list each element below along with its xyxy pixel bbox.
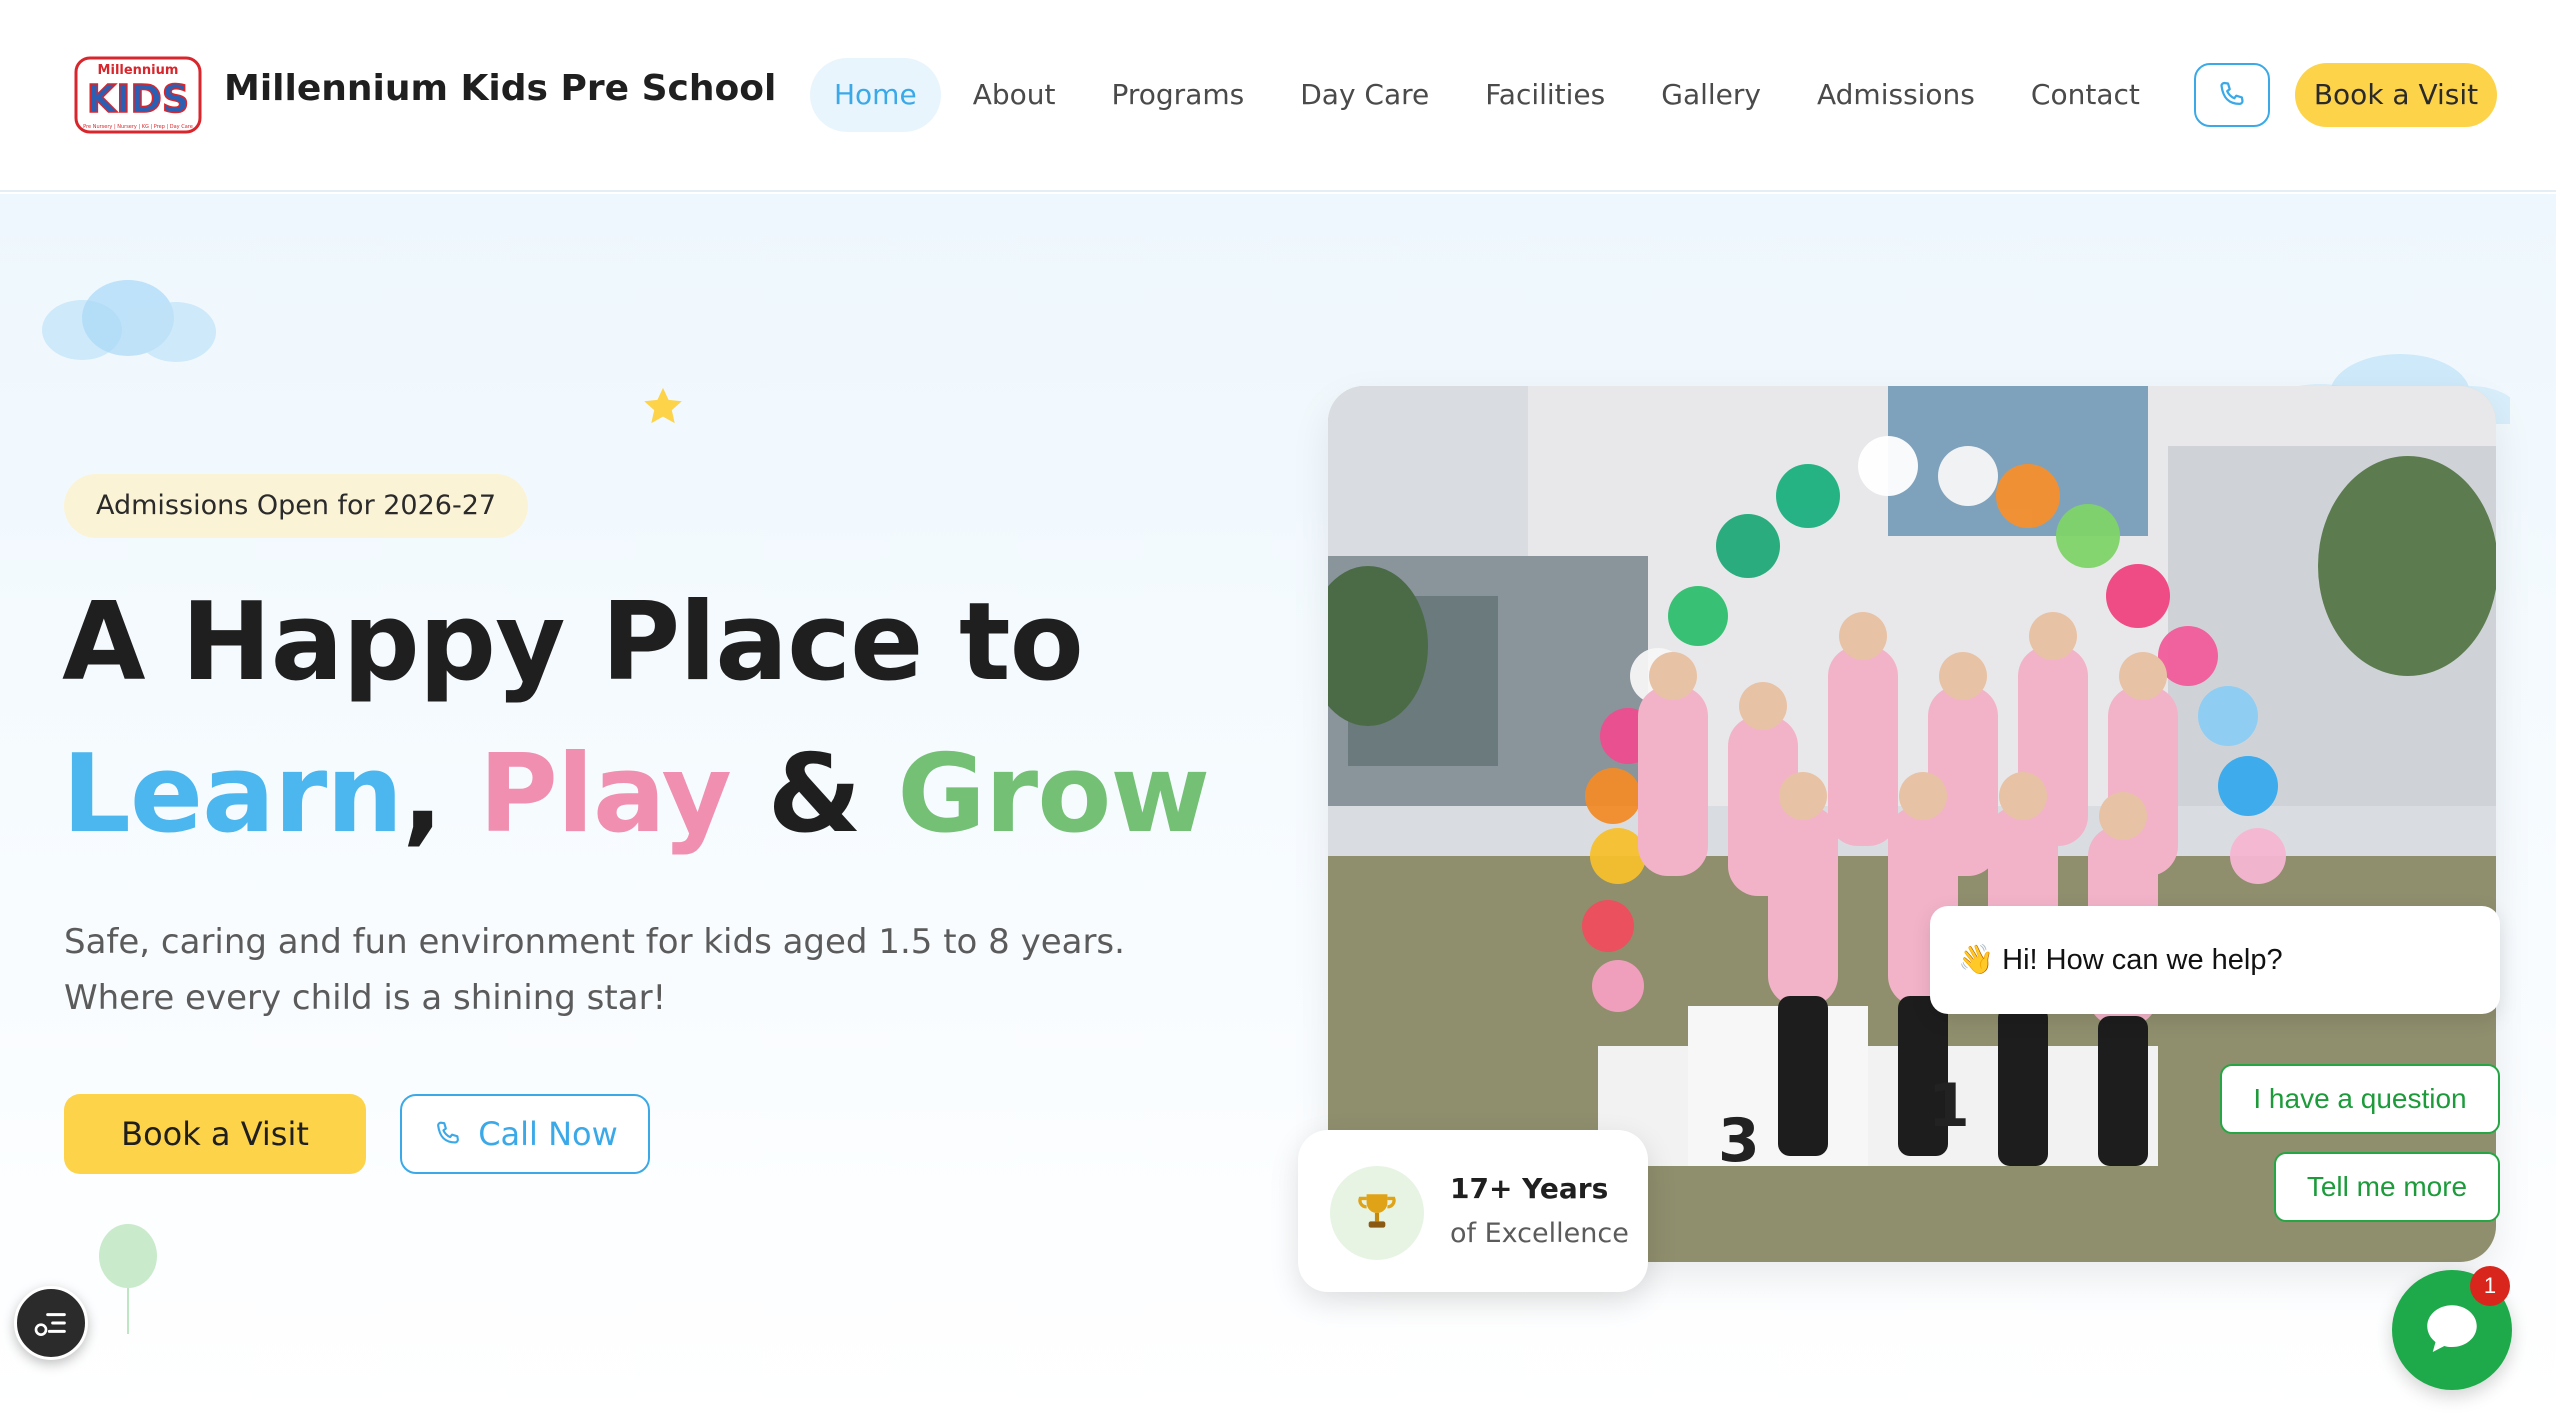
- nav-item-admissions[interactable]: Admissions: [1793, 58, 1999, 132]
- balloon-icon: [99, 1224, 157, 1334]
- logo-main-text: KIDS: [87, 77, 190, 121]
- nav-item-programs[interactable]: Programs: [1087, 58, 1268, 132]
- excellence-card: 17+ Years of Excellence: [1298, 1130, 1648, 1292]
- accessibility-settings-icon: [34, 1313, 66, 1336]
- excellence-title: 17+ Years: [1450, 1172, 1609, 1205]
- nav-item-contact[interactable]: Contact: [2007, 58, 2164, 132]
- chat-unread-badge: 1: [2470, 1266, 2510, 1306]
- chat-bubble-icon: [2427, 1305, 2477, 1352]
- book-visit-button[interactable]: Book a Visit: [64, 1094, 366, 1174]
- chat-greeting-bubble[interactable]: 👋 Hi! How can we help?: [1930, 906, 2500, 1014]
- logo-top-text: Millennium: [98, 63, 179, 78]
- school-logo[interactable]: Millennium KIDS Pre Nursery | Nursery | …: [70, 52, 206, 142]
- chat-option-question[interactable]: I have a question: [2220, 1064, 2500, 1134]
- headline-comma: ,: [402, 732, 443, 857]
- nav-item-day-care[interactable]: Day Care: [1276, 58, 1453, 132]
- headline-word-learn: Learn: [62, 732, 403, 857]
- nav-item-about[interactable]: About: [949, 58, 1080, 132]
- svg-text:1: 1: [1928, 1071, 1970, 1141]
- headline-ampersand: &: [767, 732, 861, 857]
- nav-item-gallery[interactable]: Gallery: [1637, 58, 1785, 132]
- phone-icon: [437, 1121, 460, 1144]
- trophy-badge: [1330, 1166, 1424, 1260]
- main-nav: Home About Programs Day Care Facilities …: [810, 58, 2172, 132]
- headline-word-play: Play: [478, 732, 732, 857]
- headline-line-2: Learn, Play & Grow: [62, 732, 1210, 857]
- hero-subtitle: Safe, caring and fun environment for kid…: [64, 922, 1125, 1018]
- headline-word-grow: Grow: [897, 732, 1210, 857]
- nav-item-facilities[interactable]: Facilities: [1461, 58, 1629, 132]
- logo-tagline: Pre Nursery | Nursery | KG | Prep | Day …: [83, 124, 193, 130]
- trophy-icon: [1358, 1194, 1396, 1228]
- header-book-visit-button[interactable]: Book a Visit: [2295, 63, 2497, 127]
- admissions-badge: Admissions Open for 2026-27: [64, 474, 529, 538]
- excellence-subtitle: of Excellence: [1450, 1218, 1629, 1249]
- accessibility-menu-button[interactable]: [14, 1286, 88, 1360]
- call-now-label: Call Now: [478, 1115, 618, 1153]
- phone-icon: [2220, 81, 2244, 106]
- brand-name[interactable]: Millennium Kids Pre School: [224, 68, 776, 109]
- call-now-button[interactable]: Call Now: [400, 1094, 650, 1174]
- chat-option-tell-more[interactable]: Tell me more: [2274, 1152, 2500, 1222]
- nav-item-home[interactable]: Home: [810, 58, 941, 132]
- header-phone-button[interactable]: [2194, 63, 2270, 127]
- hero-section: Admissions Open for 2026-27 A Happy Plac…: [0, 194, 2556, 1422]
- star-icon: [644, 387, 682, 424]
- cloud-decoration: [42, 280, 216, 362]
- site-header: Millennium KIDS Pre Nursery | Nursery | …: [0, 0, 2556, 192]
- headline-line-1: A Happy Place to: [62, 580, 1084, 705]
- svg-text:3: 3: [1718, 1106, 1760, 1176]
